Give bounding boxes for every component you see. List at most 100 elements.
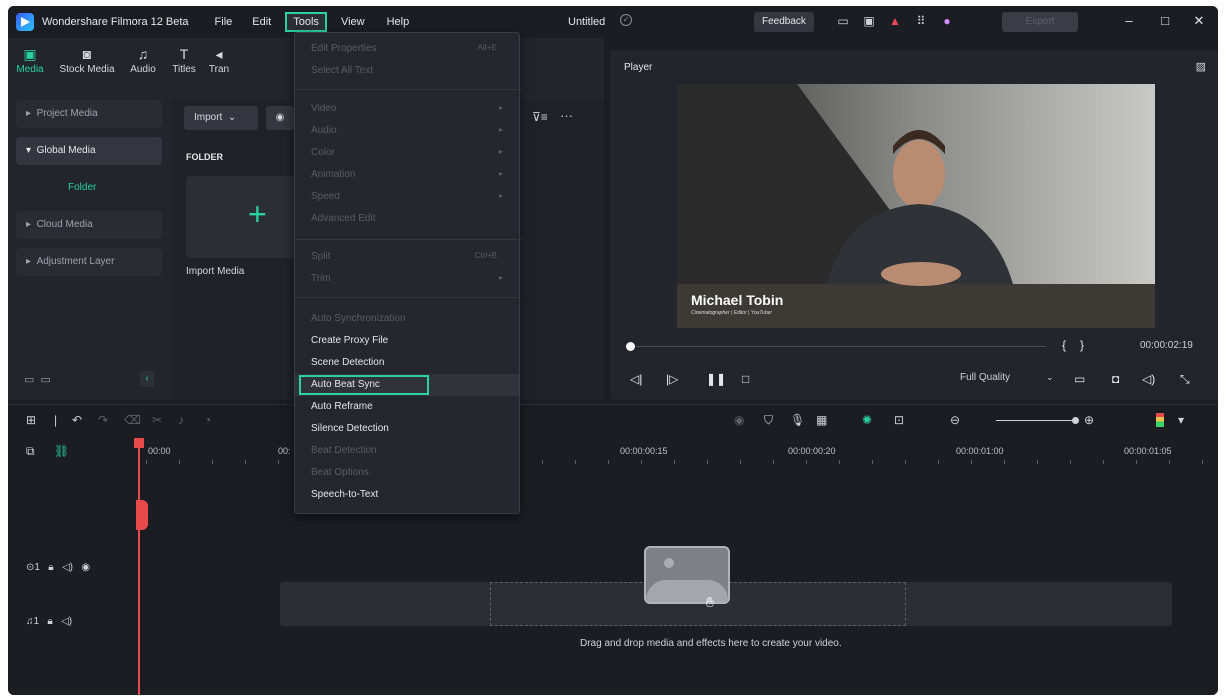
link-icon[interactable]: ⛓ [54,444,69,458]
audio-meter-icon[interactable] [1156,413,1164,427]
filmora-logo-icon [16,13,34,31]
apps-grid-icon[interactable]: ⠿ [914,14,928,28]
menu-item-animation[interactable]: Animation ▸ [311,169,511,180]
menu-item-select-all-text[interactable]: Select All Text [311,65,511,76]
menu-item-video[interactable]: Video ▸ [311,103,511,114]
menu-tools[interactable]: Tools [285,12,327,32]
add-track-icon[interactable]: ⧉ [26,444,35,459]
cut-icon[interactable]: ✂ [152,413,162,427]
render-icon[interactable]: ◉ [734,413,744,427]
menu-item-auto-synchronization[interactable]: Auto Synchronization [311,313,511,324]
layout-icon[interactable]: ⊞ [26,413,36,427]
drop-hint: Drag and drop media and effects here to … [580,638,842,649]
maximize-icon[interactable]: □ [1156,13,1174,28]
menu-item-speech-to-text[interactable]: Speech-to-Text [311,489,511,500]
profile-avatar-icon[interactable]: ● [940,14,954,28]
more-menu-icon[interactable]: ▾ [1178,413,1184,427]
import-dropdown[interactable]: Import ⌄ [184,106,258,130]
audio-edit-icon[interactable]: ♪ [178,413,184,427]
zoom-out-icon[interactable]: ⊖ [950,413,960,427]
sidebar-item-cloud-media[interactable]: ▸ Cloud Media [16,211,162,239]
monitor-icon[interactable]: ▭ [836,14,850,28]
menu-file[interactable]: File [211,13,237,31]
menu-item-advanced-edit[interactable]: Advanced Edit [311,213,511,224]
playhead[interactable] [138,438,140,695]
menu-help[interactable]: Help [383,13,414,31]
export-button[interactable]: Export [1002,12,1078,32]
quality-select[interactable]: Full Quality [960,372,1010,383]
playback-scrubber[interactable] [626,342,635,351]
snapshot-quality-icon[interactable]: ▨ [1196,60,1206,73]
mute-icon[interactable]: ◁) [61,616,72,627]
feedback-button[interactable]: Feedback [754,12,814,32]
import-media-tile[interactable]: + [186,176,300,258]
menu-item-create-proxy-file[interactable]: Create Proxy File [311,335,511,346]
delete-icon[interactable]: ⌫ [124,413,141,427]
menu-item-auto-beat-sync[interactable]: Auto Beat Sync [311,379,511,390]
marker-icon[interactable]: ⛉ [764,413,773,428]
menu-edit[interactable]: Edit [248,13,275,31]
collapse-sidebar-icon[interactable]: ‹ [140,371,154,387]
close-icon[interactable]: ✕ [1190,13,1208,29]
ruler-label: 00:00:01:05 [1124,446,1172,456]
minimize-icon[interactable]: – [1120,13,1138,28]
menu-item-scene-detection[interactable]: Scene Detection [311,357,511,368]
voiceover-icon[interactable]: 🎙 [790,413,805,427]
tab-titles[interactable]: T Titles [164,38,204,90]
chevron-down-icon[interactable]: ⌄ [1046,372,1054,383]
eye-icon[interactable]: ◉ [81,562,90,573]
next-frame-icon[interactable]: |▷ [666,372,678,386]
menu-item-edit-properties[interactable]: Edit Properties Alt+E [311,43,511,54]
playhead-tag[interactable] [136,500,148,530]
menu-item-split[interactable]: Split Ctrl+B [311,251,511,262]
redo-icon[interactable]: ↷ [98,413,108,427]
sidebar-item-folder[interactable]: Folder [16,174,162,202]
save-icon[interactable]: ▣ [862,14,876,28]
speed-icon[interactable]: ◔ [204,413,211,427]
new-folder-icon[interactable]: ▭ ▭ [24,373,51,386]
lock-icon[interactable]: 🔒︎ [47,616,52,627]
fullscreen-icon[interactable]: ⤡ [1180,372,1190,387]
volume-icon[interactable]: ◁) [1142,372,1155,386]
menu-item-color[interactable]: Color ▸ [311,147,511,158]
pause-icon[interactable]: ❚❚ [706,372,726,386]
ai-tools-icon[interactable]: ▦ [816,413,827,427]
cloud-upload-icon[interactable]: ▲ [888,14,902,28]
tab-stock-media[interactable]: ◙ Stock Media [52,38,122,90]
menu-item-auto-reframe[interactable]: Auto Reframe [311,401,511,412]
camera-snapshot-icon[interactable]: ◘ [1112,372,1119,386]
menu-item-speed[interactable]: Speed ▸ [311,191,511,202]
mark-in-out-icon[interactable]: {} [1062,338,1098,352]
playback-progress-bar[interactable] [636,346,1046,347]
menu-item-beat-options[interactable]: Beat Options [311,467,511,478]
undo-icon[interactable]: ↶ [72,413,82,427]
more-options-icon[interactable]: ··· [560,108,573,123]
menu-item-trim[interactable]: Trim ▸ [311,273,511,284]
player-title: Player [624,62,653,73]
menu-item-beat-detection[interactable]: Beat Detection [311,445,511,456]
tab-audio[interactable]: ♫ Audio [122,38,164,90]
zoom-in-icon[interactable]: ⊕ [1084,413,1094,427]
tab-media[interactable]: ▣ Media [8,38,52,90]
zoom-slider[interactable] [996,420,1078,421]
sidebar-item-project-media[interactable]: ▸ Project Media [16,100,162,128]
display-settings-icon[interactable]: ▭ [1074,372,1085,386]
lock-icon[interactable]: 🔒︎ [48,562,53,573]
ruler-label: 00: [278,446,291,456]
subtitle-icon[interactable]: ⊡ [894,413,904,427]
sidebar-item-global-media[interactable]: ▾ Global Media [16,137,162,165]
zoom-slider-knob[interactable] [1072,417,1079,424]
sidebar-item-adjustment-layer[interactable]: ▸ Adjustment Layer [16,248,162,276]
media-sidebar: ▸ Project Media ▾ Global Media Folder ▸ … [16,100,162,285]
playhead-handle[interactable] [134,438,144,448]
stop-icon[interactable]: □ [742,372,749,386]
record-icon[interactable]: ◉ [266,106,294,130]
menu-view[interactable]: View [337,13,369,31]
menu-item-silence-detection[interactable]: Silence Detection [311,423,511,434]
auto-snap-icon[interactable]: ✺ [862,413,872,427]
tab-transitions[interactable]: ◂ Tran [204,38,234,90]
mute-icon[interactable]: ◁) [62,562,73,573]
menu-item-audio[interactable]: Audio ▸ [311,125,511,136]
filter-icon[interactable]: ⊽≡ [532,110,548,124]
previous-frame-icon[interactable]: ◁| [630,372,642,386]
